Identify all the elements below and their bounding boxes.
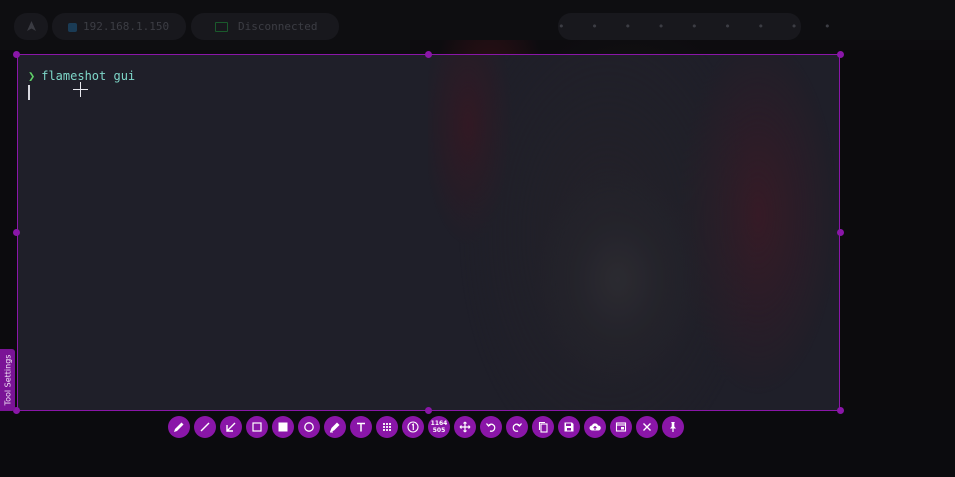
selection-height: 505	[432, 427, 446, 434]
size-indicator: 1164 505	[428, 416, 450, 438]
move-icon	[459, 421, 471, 433]
rectangle-outline-tool[interactable]	[246, 416, 268, 438]
undo-button[interactable]	[480, 416, 502, 438]
rectangle-filled-icon	[278, 422, 288, 432]
wallpaper-bottom-dim	[0, 410, 955, 477]
pencil-tool[interactable]	[168, 416, 190, 438]
upload-button[interactable]	[584, 416, 606, 438]
size-icon: 1164 505	[428, 420, 450, 434]
text-icon	[357, 422, 365, 432]
resize-handle-bottom[interactable]	[425, 407, 432, 414]
pixelate-tool[interactable]	[376, 416, 398, 438]
line-icon	[200, 422, 210, 432]
selected-wallpaper-area	[428, 55, 839, 410]
counter-icon	[407, 421, 419, 433]
text-tool[interactable]	[350, 416, 372, 438]
terminal-line: ❯ flameshot gui	[28, 69, 135, 83]
line-tool[interactable]	[194, 416, 216, 438]
resize-handle-top[interactable]	[425, 51, 432, 58]
redo-icon	[512, 423, 523, 432]
ip-address-chip: 192.168.1.150	[52, 13, 186, 40]
circle-tool[interactable]	[298, 416, 320, 438]
marker-tool[interactable]	[324, 416, 346, 438]
save-button[interactable]	[558, 416, 580, 438]
pixelate-icon	[383, 423, 391, 431]
workspace-dots: • • • • • • • • •	[558, 13, 831, 40]
arrow-tool[interactable]	[220, 416, 242, 438]
ip-address-text: 192.168.1.150	[83, 20, 170, 33]
counter-tool[interactable]	[402, 416, 424, 438]
vpn-status-text: Disconnected	[238, 20, 318, 33]
workspace-chip	[14, 13, 48, 40]
rectangle-filled-tool[interactable]	[272, 416, 294, 438]
move-selection-tool[interactable]	[454, 416, 476, 438]
open-with-app-button[interactable]	[610, 416, 632, 438]
rectangle-outline-icon	[252, 422, 262, 432]
arrow-icon	[226, 422, 236, 432]
resize-handle-bottom-right[interactable]	[837, 407, 844, 414]
cloud-upload-icon	[589, 423, 601, 431]
pin-button[interactable]	[662, 416, 684, 438]
vpn-status-chip: Disconnected	[191, 13, 339, 40]
pencil-icon	[174, 422, 184, 432]
resize-handle-left[interactable]	[13, 229, 20, 236]
exit-button[interactable]	[636, 416, 658, 438]
resize-handle-top-left[interactable]	[13, 51, 20, 58]
resize-handle-right[interactable]	[837, 229, 844, 236]
save-icon	[564, 422, 574, 432]
terminal-command: flameshot gui	[41, 69, 136, 83]
undo-icon	[485, 423, 496, 432]
copy-icon	[538, 421, 548, 433]
selection-width: 1164	[430, 420, 448, 427]
terminal-prompt: ❯	[28, 69, 36, 83]
capture-selection[interactable]: ❯ flameshot gui	[17, 54, 840, 411]
circle-icon	[304, 422, 314, 432]
arch-logo-icon	[26, 14, 36, 41]
redo-button[interactable]	[506, 416, 528, 438]
marker-icon	[330, 422, 340, 433]
monitor-icon	[215, 22, 228, 32]
copy-button[interactable]	[532, 416, 554, 438]
close-icon	[643, 423, 651, 431]
tool-settings-label: Tool Settings	[3, 354, 12, 406]
pin-icon	[670, 422, 676, 432]
network-icon	[68, 22, 77, 32]
terminal-cursor	[28, 85, 30, 100]
resize-handle-top-right[interactable]	[837, 51, 844, 58]
crosshair-cursor-icon	[73, 82, 88, 97]
tool-settings-tab[interactable]: Tool Settings	[0, 349, 15, 411]
open-with-app-icon	[615, 422, 627, 432]
